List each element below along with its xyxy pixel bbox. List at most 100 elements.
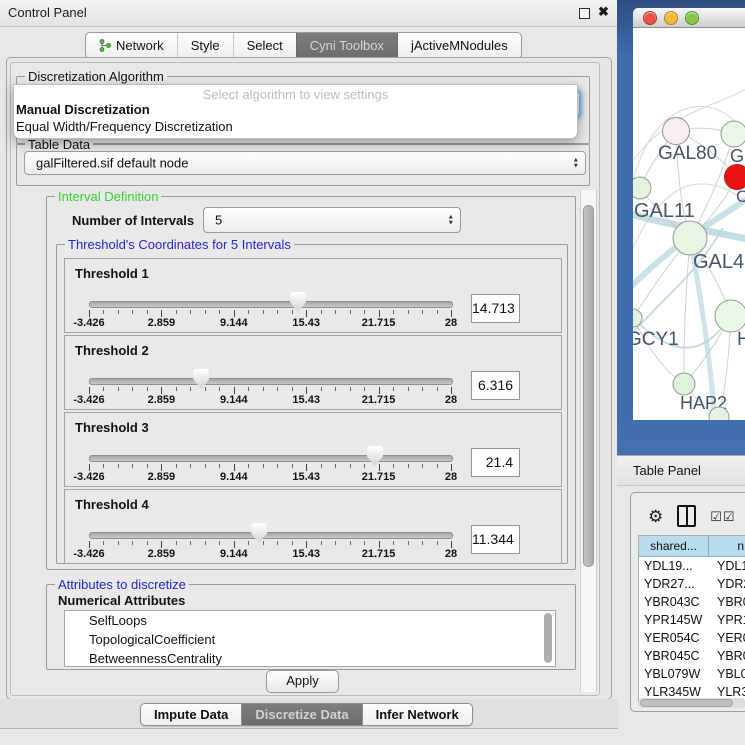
threshold-2-panel: Threshold 2 -3.4262.8599.14415.4321.7152… <box>64 335 562 410</box>
apply-button[interactable]: Apply <box>266 670 339 693</box>
threshold-3-value-field[interactable]: 21.4 <box>471 448 520 477</box>
table-row[interactable]: YPR145WYPR1 <box>639 611 745 629</box>
discretization-algorithm-group-title: Discretization Algorithm <box>25 69 167 84</box>
table-row[interactable]: YBR043CYBR0 <box>639 593 745 611</box>
tab-select[interactable]: Select <box>233 33 296 58</box>
network-canvas[interactable]: GAL80GCGAL11GAL4GCY1HHAP2 <box>633 28 745 420</box>
tab-impute-data[interactable]: Impute Data <box>141 704 241 725</box>
tab-discretize-data[interactable]: Discretize Data <box>241 704 361 725</box>
slider-tick-label: 28 <box>445 394 457 406</box>
gear-icon[interactable]: ⚙ <box>648 508 663 525</box>
table-panel-toolbar: ⚙ ☑☑ <box>631 501 745 531</box>
algorithm-option-manual[interactable]: Manual Discretization <box>16 102 577 118</box>
close-traffic-light[interactable] <box>643 11 657 25</box>
network-node-GAL11[interactable] <box>633 177 651 199</box>
network-node-HAP2[interactable] <box>673 373 695 395</box>
cell-name[interactable]: YBR0 <box>708 647 745 665</box>
zoom-traffic-light[interactable] <box>685 11 699 25</box>
stepper-icon: ▲▼ <box>573 158 579 169</box>
cell-shared-name[interactable]: YER054C <box>639 629 708 647</box>
cell-shared-name[interactable]: YPR145W <box>639 611 708 629</box>
table-data-combobox[interactable]: galFiltered.sif default node ▲▼ <box>24 151 586 175</box>
cell-name[interactable]: YBL0 <box>708 665 745 683</box>
tab-style[interactable]: Style <box>177 33 233 58</box>
threshold-2-value-field[interactable]: 6.316 <box>471 371 520 400</box>
threshold-2-label: Threshold 2 <box>75 343 149 358</box>
panel-scrollbar-track[interactable] <box>580 190 597 692</box>
threshold-3-slider-track[interactable] <box>89 455 453 462</box>
tab-cyni-toolbox[interactable]: Cyni Toolbox <box>296 33 397 58</box>
table-body: YDL19...YDL1YDR27...YDR2YBR043CYBR0YPR14… <box>639 557 745 705</box>
column-layout-icon[interactable] <box>677 505 696 527</box>
tab-network-label: Network <box>116 38 164 53</box>
slider-tick-label: 15.43 <box>292 471 320 483</box>
panel-scrollbar-thumb[interactable] <box>583 205 594 567</box>
interval-definition-group-title: Interval Definition <box>55 189 161 204</box>
table-row[interactable]: YBR045CYBR0 <box>639 647 745 665</box>
slider-tick-label: 21.715 <box>362 548 396 560</box>
algorithm-popup-hint: Select algorithm to view settings <box>14 87 577 102</box>
list-scrollbar[interactable] <box>544 613 552 663</box>
cell-shared-name[interactable]: YBR045C <box>639 647 708 665</box>
float-window-icon[interactable] <box>579 8 590 19</box>
cell-name[interactable]: YBR0 <box>708 593 745 611</box>
threshold-4-slider-track[interactable] <box>89 532 453 539</box>
list-item[interactable]: TopologicalCoefficient <box>65 630 555 649</box>
cell-name[interactable]: YER0 <box>708 629 745 647</box>
table-data-group-title: Table Data <box>25 137 93 152</box>
table-row[interactable]: YDR27...YDR2 <box>639 575 745 593</box>
node-label-GAL4: GAL4 <box>693 251 744 273</box>
column-header-shared-name[interactable]: shared... <box>639 536 709 556</box>
threshold-4-value-field[interactable]: 11.344 <box>471 525 520 554</box>
threshold-4-slider-thumb[interactable] <box>251 523 267 543</box>
network-node-G-node[interactable] <box>721 121 745 147</box>
cell-name[interactable]: YPR1 <box>708 611 745 629</box>
threshold-1-panel: Threshold 1 -3.4262.8599.14415.4321.7152… <box>64 258 562 333</box>
cell-name[interactable]: YDR2 <box>708 575 745 593</box>
slider-tick-label: -3.426 <box>73 394 104 406</box>
threshold-1-value-field[interactable]: 14.713 <box>471 294 520 323</box>
number-of-intervals-value: 5 <box>215 213 222 228</box>
threshold-3-slider-thumb[interactable] <box>367 446 383 466</box>
table-panel-titlebar: Table Panel <box>617 455 745 486</box>
network-node-GAL4[interactable] <box>673 221 707 255</box>
stepper-icon: ▲▼ <box>448 215 454 226</box>
network-window-titlebar[interactable] <box>633 8 745 28</box>
list-item[interactable]: BetweennessCentrality <box>65 649 555 667</box>
tab-infer-network[interactable]: Infer Network <box>362 704 472 725</box>
network-node-H-node[interactable] <box>715 300 745 332</box>
minimize-traffic-light[interactable] <box>664 11 678 25</box>
tab-jactivemnodules[interactable]: jActiveMNodules <box>397 33 521 58</box>
algorithm-dropdown-popup: Select algorithm to view settings Manual… <box>13 84 578 139</box>
cell-shared-name[interactable]: YBR043C <box>639 593 708 611</box>
window-title: Control Panel <box>8 5 87 20</box>
table-hscrollbar-track[interactable] <box>638 698 745 708</box>
cell-name[interactable]: YDL1 <box>708 557 745 575</box>
network-node-GAL80[interactable] <box>663 118 690 145</box>
tab-network[interactable]: Network <box>86 33 177 58</box>
control-panel-titlebar: Control Panel ✖ <box>0 0 618 27</box>
cell-shared-name[interactable]: YBL079W <box>639 665 708 683</box>
slider-tick-label: -3.426 <box>73 548 104 560</box>
algorithm-option-equal-width[interactable]: Equal Width/Frequency Discretization <box>16 119 577 135</box>
node-label-H-node: H <box>737 329 745 350</box>
number-of-intervals-combobox[interactable]: 5 ▲▼ <box>203 207 461 233</box>
checkbox-icons[interactable]: ☑☑ <box>710 510 735 523</box>
network-node-red-node[interactable] <box>725 165 745 190</box>
table-row[interactable]: YDL19...YDL1 <box>639 557 745 575</box>
threshold-1-slider-track[interactable] <box>89 301 453 308</box>
cell-shared-name[interactable]: YDL19... <box>639 557 708 575</box>
table-row[interactable]: YBL079WYBL0 <box>639 665 745 683</box>
list-item[interactable]: SelfLoops <box>65 611 555 630</box>
close-icon[interactable]: ✖ <box>598 4 609 20</box>
threshold-1-slider-thumb[interactable] <box>290 292 306 312</box>
column-header-name[interactable]: n <box>709 536 745 556</box>
slider-tick-label: -3.426 <box>73 471 104 483</box>
numerical-attributes-heading: Numerical Attributes <box>58 593 185 608</box>
table-row[interactable]: YER054CYER0 <box>639 629 745 647</box>
slider-tick-label: 2.859 <box>148 548 176 560</box>
table-hscrollbar-thumb[interactable] <box>640 699 733 707</box>
threshold-2-slider-thumb[interactable] <box>193 369 209 389</box>
threshold-2-slider-track[interactable] <box>89 378 453 385</box>
cell-shared-name[interactable]: YDR27... <box>639 575 708 593</box>
